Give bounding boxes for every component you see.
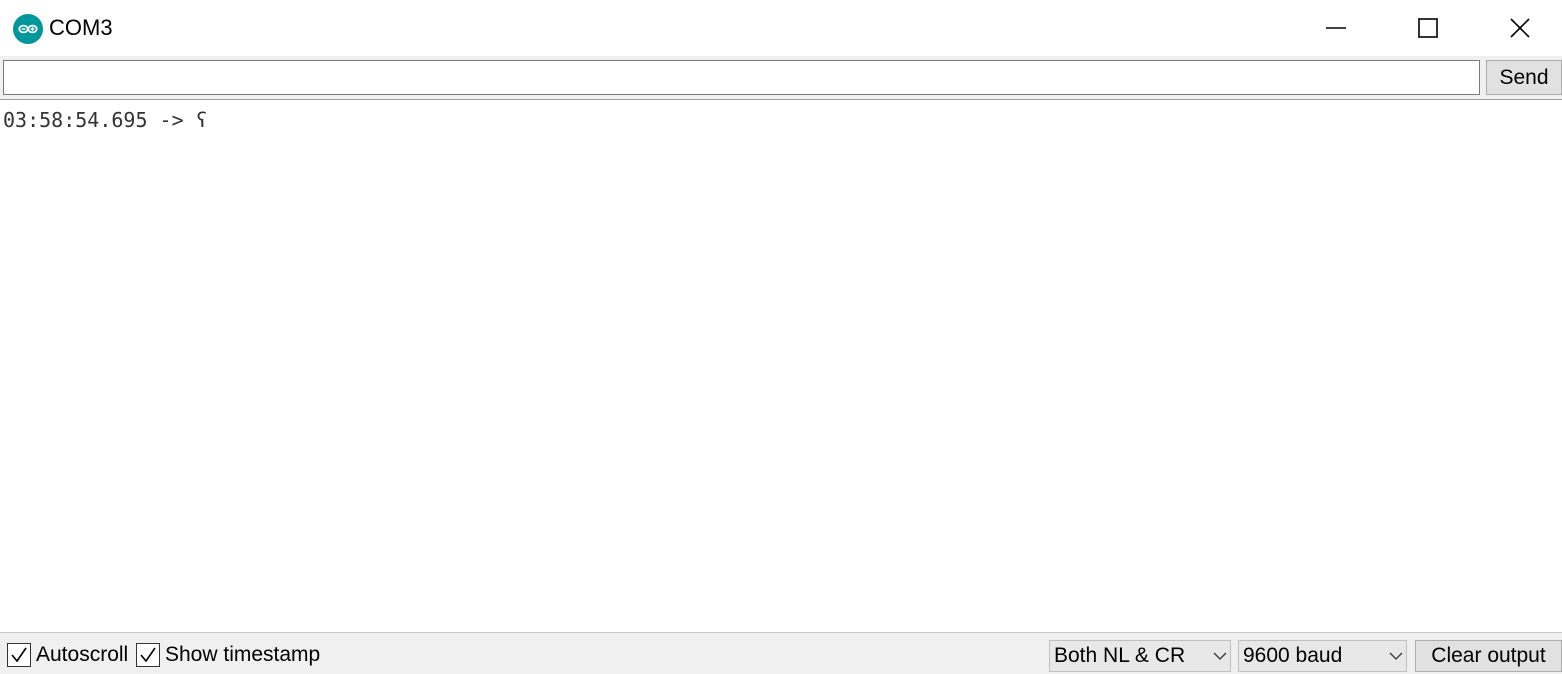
baud-rate-value: 9600 baud: [1243, 644, 1343, 667]
baud-rate-select[interactable]: 9600 baud: [1238, 640, 1407, 672]
arduino-logo-icon: [13, 14, 43, 44]
autoscroll-label: Autoscroll: [36, 643, 129, 666]
chevron-down-icon: [1210, 651, 1230, 661]
output-line: 03:58:54.695 -> ʕ: [3, 108, 208, 132]
send-button[interactable]: Send: [1486, 60, 1562, 95]
checkmark-icon: [140, 647, 156, 663]
chevron-down-icon: [1386, 651, 1406, 661]
serial-output[interactable]: 03:58:54.695 -> ʕ: [0, 100, 1562, 632]
show-timestamp-check-box[interactable]: [136, 643, 160, 667]
show-timestamp-label: Show timestamp: [165, 643, 321, 666]
maximize-button[interactable]: [1382, 0, 1474, 56]
checkmark-icon: [11, 647, 27, 663]
close-icon: [1510, 18, 1530, 38]
status-bar: Autoscroll Show timestamp Both NL & CR 9…: [0, 632, 1562, 674]
send-row: Send: [0, 56, 1562, 100]
window-title: COM3: [49, 15, 113, 40]
minimize-button[interactable]: [1290, 0, 1382, 56]
title-bar: COM3: [0, 0, 1562, 56]
clear-output-button[interactable]: Clear output: [1415, 640, 1562, 672]
line-ending-select[interactable]: Both NL & CR: [1049, 640, 1231, 672]
send-input[interactable]: [3, 60, 1480, 95]
show-timestamp-checkbox[interactable]: Show timestamp: [136, 642, 320, 668]
maximize-icon: [1418, 18, 1438, 38]
autoscroll-checkbox[interactable]: Autoscroll: [7, 642, 128, 668]
minimize-icon: [1326, 27, 1346, 29]
line-ending-value: Both NL & CR: [1054, 644, 1186, 667]
autoscroll-check-box[interactable]: [7, 643, 31, 667]
close-button[interactable]: [1474, 0, 1562, 56]
